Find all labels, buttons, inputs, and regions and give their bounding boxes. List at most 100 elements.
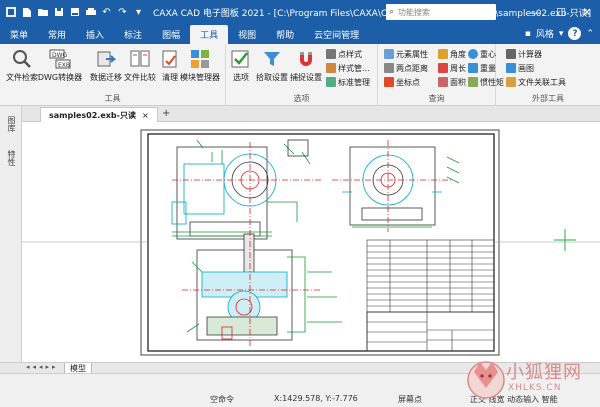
options-check-icon: [230, 48, 252, 70]
left-side-panel: 图库 特性: [0, 106, 22, 371]
group-title-tools: 工具: [104, 94, 121, 103]
search-placeholder: 功能搜索: [398, 7, 431, 17]
sheet-inner-frame: [147, 133, 495, 352]
perimeter-icon: [438, 63, 448, 73]
file-association-icon: [506, 77, 516, 87]
redo-icon[interactable]: ↷: [116, 6, 129, 19]
standard-manager-icon: [326, 77, 336, 87]
tab-sheet[interactable]: 图幅: [152, 24, 190, 44]
pick-settings-button[interactable]: 拾取设置: [254, 48, 290, 86]
watermark-url: XHLKS.CN: [508, 383, 562, 393]
fox-logo-icon: [467, 361, 505, 399]
element-properties-button[interactable]: 元素属性: [384, 48, 428, 60]
paint-icon: [506, 63, 516, 73]
properties-side-tab[interactable]: 特性: [5, 150, 17, 166]
style-manager-button[interactable]: 样式管...: [326, 62, 370, 74]
calculator-icon: [506, 49, 516, 59]
distance-icon: [384, 63, 394, 73]
watermark-brand: 小狐狸网: [506, 362, 582, 383]
perimeter-button[interactable]: 周长: [438, 62, 466, 74]
document-tab-label: samples02.exb-只读: [49, 110, 136, 120]
centroid-icon: [468, 49, 478, 59]
tab-annotate[interactable]: 标注: [114, 24, 152, 44]
style-manager-icon: [326, 63, 336, 73]
tab-common[interactable]: 常用: [38, 24, 76, 44]
file-association-button[interactable]: 文件关联工具: [506, 76, 566, 88]
style-dropdown[interactable]: 风格: [536, 27, 554, 40]
drawing-canvas[interactable]: [22, 122, 600, 362]
tab-tools[interactable]: 工具: [190, 25, 229, 44]
ribbon-collapse-icon[interactable]: ⌃: [586, 29, 594, 39]
quick-access-toolbar: ↶ ↷ ▾: [0, 6, 145, 19]
group-title-options: 选项: [293, 94, 310, 103]
open-folder-icon[interactable]: [36, 6, 49, 19]
ribbon-tab-row: 菜单 常用 插入 标注 图幅 工具 视图 帮助 云空间管理 ▪ 风格 ▾ ? ⌃: [0, 24, 600, 44]
chevron-down-icon[interactable]: ▾: [559, 29, 564, 39]
paint-button[interactable]: 画图: [506, 62, 534, 74]
ribbon-panel: 文件检索 DWG EXB DWG转换器 数据迁移 文件比较 清理 模块管理器 工具…: [0, 44, 600, 106]
new-file-icon[interactable]: [20, 6, 33, 19]
new-tab-button[interactable]: +: [162, 108, 170, 119]
watermark: 小狐狸网 XHLKS.CN: [466, 352, 600, 407]
undo-icon[interactable]: ↶: [100, 6, 113, 19]
area-icon: [438, 77, 448, 87]
app-logo-icon[interactable]: [4, 6, 17, 19]
function-search-box[interactable]: ⌕ 功能搜索: [386, 4, 496, 20]
document-tab-bar: samples02.exb-只读 × +: [22, 106, 600, 122]
maximize-button[interactable]: ☐: [548, 0, 574, 24]
ribbon-group-query: 元素属性 角度 重心 两点距离 周长 重量 坐标点 面积 惯性矩 查询: [378, 44, 504, 106]
section-view: [182, 230, 342, 347]
group-title-external: 外部工具: [532, 94, 564, 103]
tab-help[interactable]: 帮助: [266, 24, 304, 44]
cursor-crosshair: [554, 229, 576, 251]
snap-mode[interactable]: 屏幕点: [398, 394, 422, 405]
side-view: [332, 140, 460, 232]
tab-insert[interactable]: 插入: [76, 24, 114, 44]
module-manager-button[interactable]: 模块管理器: [180, 48, 220, 86]
options-button[interactable]: 选项: [226, 48, 256, 86]
minimize-button[interactable]: —: [522, 0, 548, 24]
cleanup-icon: [159, 48, 181, 70]
search-icon: ⌕: [389, 7, 395, 17]
title-block: [366, 239, 495, 352]
layout-nav-arrows[interactable]: ◂◂◂▸▸: [26, 363, 59, 371]
save-icon[interactable]: [52, 6, 65, 19]
calculator-button[interactable]: 计算器: [506, 48, 542, 60]
front-view: [171, 139, 322, 242]
close-tab-icon[interactable]: ×: [142, 111, 149, 120]
style-icon: ▪: [524, 28, 531, 39]
distance-button[interactable]: 两点距离: [384, 62, 428, 74]
customize-qa-icon[interactable]: ▾: [132, 6, 145, 19]
angle-button[interactable]: 角度: [438, 48, 466, 60]
command-status: 空命令: [210, 395, 234, 404]
group-title-query: 查询: [428, 94, 445, 103]
tab-view[interactable]: 视图: [228, 24, 266, 44]
coordinate-point-button[interactable]: 坐标点: [384, 76, 420, 88]
area-button[interactable]: 面积: [438, 76, 466, 88]
print-icon[interactable]: [84, 6, 97, 19]
cad-drawing: [22, 129, 600, 356]
point-style-button[interactable]: 点样式: [326, 48, 362, 60]
ribbon-group-tools: 文件检索 DWG EXB DWG转换器 数据迁移 文件比较 清理 模块管理器 工具: [0, 44, 226, 106]
library-side-tab[interactable]: 图库: [5, 116, 17, 132]
ribbon-group-options: 选项 拾取设置 捕捉设置 点样式 样式管... 标准管理 选项: [226, 44, 378, 106]
dwg-converter-button[interactable]: DWG EXB DWG转换器: [38, 48, 82, 86]
weight-button[interactable]: 重量: [468, 62, 496, 74]
save-as-icon[interactable]: [68, 6, 81, 19]
document-tab[interactable]: samples02.exb-只读 ×: [40, 107, 158, 122]
dwg-converter-icon: DWG EXB: [49, 48, 71, 70]
file-search-button[interactable]: 文件检索: [2, 48, 42, 86]
point-style-icon: [326, 49, 336, 59]
help-icon[interactable]: ?: [568, 27, 582, 40]
snap-settings-button[interactable]: 捕捉设置: [288, 48, 324, 86]
tab-cloud[interactable]: 云空间管理: [304, 24, 369, 44]
data-migration-icon: [95, 48, 117, 70]
close-button[interactable]: ✕: [574, 0, 600, 24]
standard-manager-button[interactable]: 标准管理: [326, 76, 370, 88]
tab-menu[interactable]: 菜单: [0, 24, 38, 44]
properties-icon: [384, 49, 394, 59]
centroid-button[interactable]: 重心: [468, 48, 496, 60]
filter-icon: [261, 48, 283, 70]
coordinate-icon: [384, 77, 394, 87]
inertia-icon: [468, 77, 478, 87]
